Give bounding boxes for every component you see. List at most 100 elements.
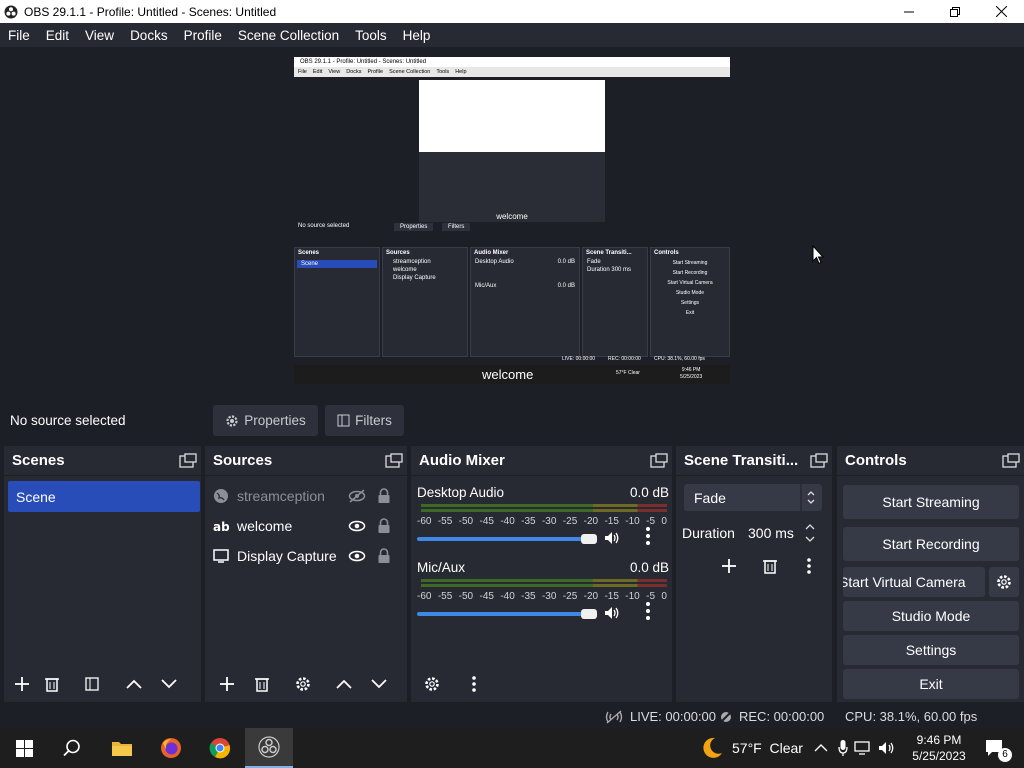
channel-name: Mic/Aux [417, 560, 466, 575]
move-source-up-button[interactable] [329, 670, 359, 698]
menu-view[interactable]: View [77, 28, 122, 43]
advanced-audio-button[interactable] [417, 670, 447, 698]
duration-spinbox[interactable]: 300 ms [736, 519, 822, 546]
taskbar-chrome[interactable] [196, 728, 244, 768]
menu-docks[interactable]: Docks [122, 28, 176, 43]
transition-menu-button[interactable] [794, 552, 824, 580]
remove-source-button[interactable] [247, 670, 277, 698]
preview-mic-aux: Mic/Aux [475, 283, 497, 289]
volume-slider-handle[interactable] [581, 534, 597, 544]
add-source-button[interactable] [212, 670, 242, 698]
virtual-camera-settings-button[interactable] [989, 567, 1019, 597]
start-streaming-button[interactable]: Start Streaming [843, 485, 1019, 519]
start-button[interactable] [0, 728, 48, 768]
eye-icon[interactable] [348, 549, 366, 563]
exit-button[interactable]: Exit [843, 669, 1019, 699]
properties-button[interactable]: Properties [213, 405, 318, 436]
taskbar-firefox[interactable] [147, 728, 195, 768]
chrome-icon [209, 738, 231, 759]
source-item-streamception[interactable]: streamception [213, 483, 393, 509]
preview-welcome-small: welcome [496, 212, 528, 221]
kebab-menu-icon[interactable] [645, 526, 651, 546]
trash-icon [45, 678, 59, 692]
undock-icon[interactable] [810, 452, 828, 469]
start-recording-button[interactable]: Start Recording [843, 527, 1019, 561]
undock-icon[interactable] [1002, 452, 1020, 469]
speaker-icon[interactable] [604, 531, 620, 545]
volume-slider-handle[interactable] [581, 609, 597, 619]
taskbar-obs[interactable] [245, 728, 293, 768]
remove-scene-button[interactable] [37, 670, 67, 698]
preview-area[interactable]: OBS 29.1.1 - Profile: Untitled - Scenes:… [0, 47, 1024, 397]
close-button[interactable] [978, 0, 1024, 23]
network-icon[interactable] [854, 740, 872, 756]
preview-scenes-dock: Scenes Scene [294, 247, 380, 357]
menu-edit[interactable]: Edit [38, 28, 77, 43]
preview-canvas[interactable]: OBS 29.1.1 - Profile: Untitled - Scenes:… [294, 57, 730, 384]
filter-icon [337, 414, 350, 427]
properties-label: Properties [244, 413, 306, 428]
meter-scale: -60 -55 -50 -45 -40 -35 -30 -25 -20 -15 -10 -5 0 [417, 591, 667, 602]
taskbar-file-explorer[interactable] [98, 728, 146, 768]
scene-filters-button[interactable] [77, 670, 107, 698]
speaker-icon[interactable] [604, 606, 620, 620]
scene-transitions-title: Scene Transiti... [684, 452, 799, 469]
add-transition-button[interactable] [714, 552, 744, 580]
volume-slider[interactable] [417, 602, 669, 620]
lock-icon[interactable] [377, 488, 391, 504]
search-icon [63, 739, 80, 757]
chevron-up-icon[interactable] [814, 743, 828, 753]
preview-menu-tools: Tools [436, 69, 450, 75]
menu-help[interactable]: Help [395, 28, 439, 43]
minimize-button[interactable] [886, 0, 932, 23]
menu-scene-collection[interactable]: Scene Collection [230, 28, 347, 43]
volume-slider[interactable] [417, 527, 669, 545]
microphone-icon[interactable] [838, 739, 848, 757]
menu-tools[interactable]: Tools [347, 28, 395, 43]
source-item-display-capture[interactable]: Display Capture [213, 543, 393, 569]
menu-file[interactable]: File [0, 28, 38, 43]
settings-button[interactable]: Settings [843, 635, 1019, 665]
spin-arrows-icon[interactable] [804, 521, 816, 545]
taskbar-clock[interactable]: 9:46 PM 5/25/2023 [912, 732, 966, 764]
kebab-menu-icon[interactable] [645, 601, 651, 621]
scenes-toolbar [4, 670, 201, 698]
lock-icon[interactable] [377, 518, 391, 534]
taskbar-search-button[interactable] [48, 728, 96, 768]
scenes-title: Scenes [12, 452, 65, 469]
clock-date: 5/25/2023 [912, 749, 966, 763]
notification-center-button[interactable]: 6 [972, 728, 1016, 768]
eye-hidden-icon[interactable] [348, 489, 366, 503]
scene-item[interactable]: Scene [8, 481, 200, 512]
weather-widget[interactable]: 57°F Clear [700, 728, 803, 768]
transition-select[interactable]: Fade [684, 484, 822, 511]
add-scene-button[interactable] [7, 670, 37, 698]
start-virtual-camera-button[interactable]: Start Virtual Camera [843, 567, 985, 597]
obs-logo-icon [258, 736, 280, 758]
undock-icon[interactable] [385, 452, 403, 469]
start-virtual-camera-label: Start Virtual Camera [843, 574, 966, 590]
source-label: welcome [237, 518, 293, 534]
scenes-header: Scenes [4, 446, 201, 476]
move-scene-up-button[interactable] [119, 670, 149, 698]
close-icon [995, 6, 1007, 17]
remove-transition-button[interactable] [755, 552, 785, 580]
lock-icon[interactable] [377, 548, 391, 564]
undock-icon[interactable] [650, 452, 668, 469]
source-item-welcome[interactable]: ab welcome [213, 513, 393, 539]
move-source-down-button[interactable] [364, 670, 394, 698]
preview-rec: REC: 00:00:00 [608, 356, 641, 362]
mixer-menu-button[interactable] [459, 670, 489, 698]
menu-profile[interactable]: Profile [176, 28, 230, 43]
maximize-button[interactable] [932, 0, 978, 23]
scene-transitions-header: Scene Transiti... [676, 446, 832, 476]
filters-button[interactable]: Filters [325, 405, 404, 436]
sources-toolbar [205, 670, 407, 698]
volume-icon[interactable] [878, 740, 896, 756]
move-scene-down-button[interactable] [154, 670, 184, 698]
undock-icon[interactable] [179, 452, 197, 469]
scenes-dock: Scenes Scene [4, 446, 201, 702]
studio-mode-button[interactable]: Studio Mode [843, 601, 1019, 631]
eye-icon[interactable] [348, 519, 366, 533]
source-properties-button[interactable] [288, 670, 318, 698]
